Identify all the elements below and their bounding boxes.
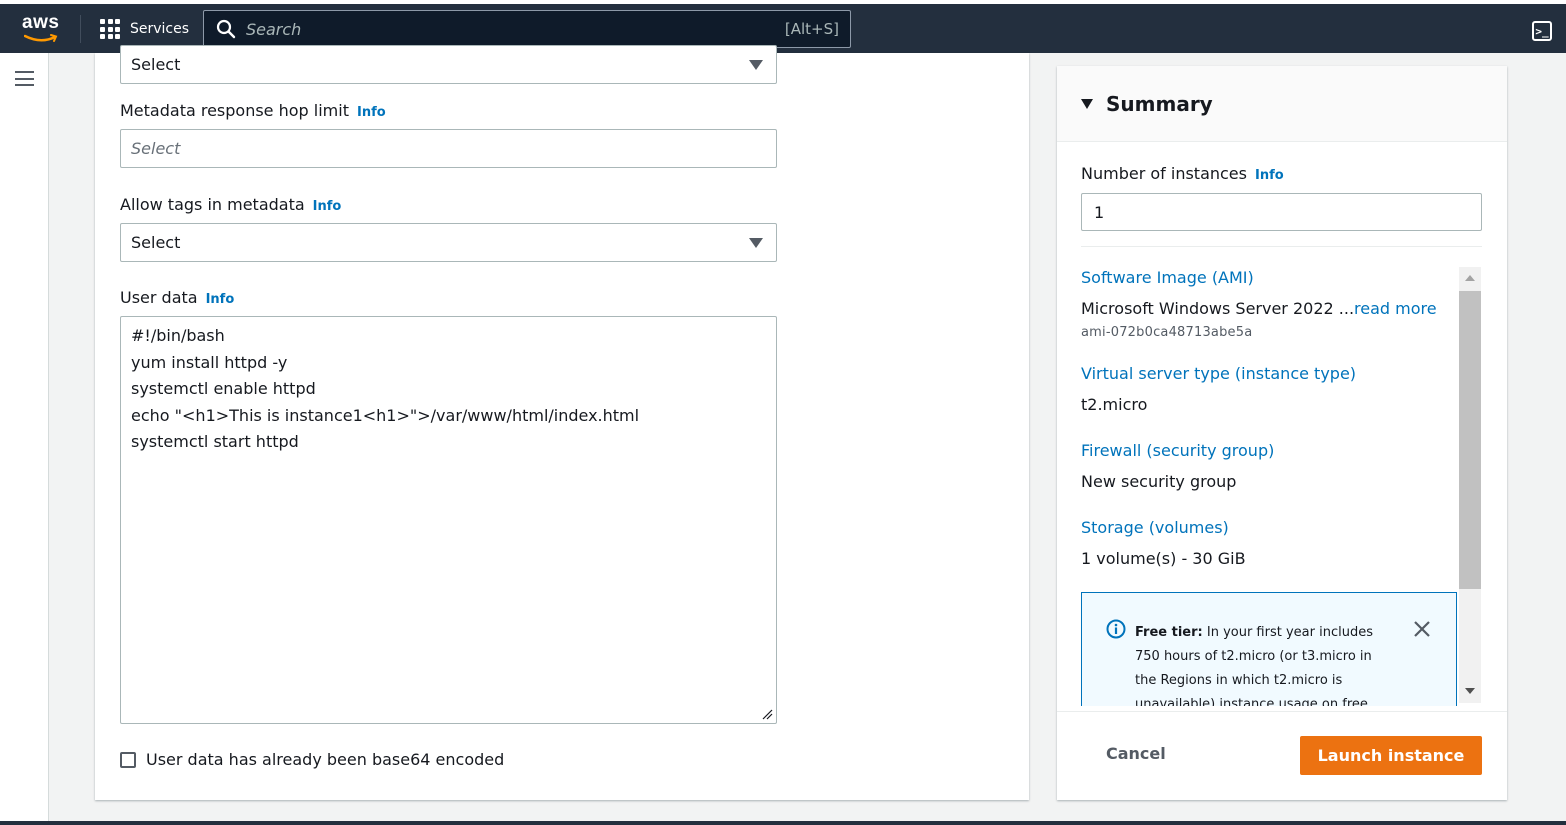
base64-encoded-label: User data has already been base64 encode…	[146, 750, 505, 769]
hop-limit-label-text: Metadata response hop limit	[120, 101, 349, 120]
free-tier-line: the Regions in which t2.micro is	[1135, 673, 1343, 688]
number-of-instances-label: Number of instances Info	[1081, 164, 1284, 183]
services-label: Services	[130, 21, 190, 37]
aws-logo[interactable]: aws	[20, 12, 62, 48]
search-placeholder: Search	[246, 19, 302, 39]
storage-value: 1 volume(s) - 30 GiB	[1081, 549, 1246, 568]
ami-name: Microsoft Windows Server 2022 ...	[1081, 299, 1355, 318]
summary-scroll-area[interactable]: Software Image (AMI) Microsoft Windows S…	[1081, 266, 1481, 706]
user-data-textarea[interactable]: #!/bin/bash yum install httpd -y systemc…	[120, 316, 777, 724]
metadata-select-dropdown[interactable]: Select	[120, 45, 777, 84]
cancel-button[interactable]: Cancel	[1106, 744, 1166, 763]
scroll-up-arrow-icon[interactable]	[1465, 275, 1475, 281]
search-shortcut-hint: [Alt+S]	[784, 20, 839, 38]
ami-value: Microsoft Windows Server 2022 ...read mo…	[1081, 299, 1437, 318]
number-of-instances-info-link[interactable]: Info	[1255, 168, 1284, 183]
user-data-line: echo "<h1>This is instance1<h1>">/var/ww…	[131, 405, 640, 425]
number-of-instances-label-text: Number of instances	[1081, 164, 1247, 183]
resize-handle-icon[interactable]	[761, 708, 773, 720]
user-data-line: #!/bin/bash	[131, 326, 225, 345]
user-data-line: systemctl start httpd	[131, 432, 299, 451]
free-tier-text: Free tier: In your first year includes 7…	[1135, 621, 1390, 706]
caret-down-icon	[749, 60, 763, 70]
advanced-details-panel: Select Metadata response hop limit Info S…	[95, 45, 1029, 800]
instance-type-value: t2.micro	[1081, 395, 1148, 414]
divider	[1057, 711, 1507, 712]
user-data-info-link[interactable]: Info	[206, 292, 235, 307]
bottom-bar	[0, 821, 1566, 825]
ami-id: ami-072b0ca48713abe5a	[1081, 325, 1253, 340]
aws-smile-icon	[24, 34, 58, 42]
search-input[interactable]: Search [Alt+S]	[203, 10, 851, 48]
side-navigation-rail	[0, 53, 49, 825]
grid-icon	[100, 19, 120, 39]
free-tier-alert: Free tier: In your first year includes 7…	[1081, 592, 1457, 706]
base64-encoded-checkbox-row[interactable]: User data has already been base64 encode…	[120, 750, 504, 769]
nav-divider	[80, 15, 81, 43]
firewall-link[interactable]: Firewall (security group)	[1081, 441, 1274, 460]
user-data-line: systemctl enable httpd	[131, 379, 316, 398]
base64-encoded-checkbox[interactable]	[120, 751, 136, 768]
services-menu-button[interactable]: Services	[100, 17, 189, 41]
free-tier-line: unavailable) instance usage on free tier	[1135, 697, 1368, 706]
caret-down-icon	[749, 238, 763, 248]
allow-tags-info-link[interactable]: Info	[313, 199, 342, 214]
free-tier-line: In your first year includes	[1206, 625, 1373, 640]
allow-tags-value: Select	[131, 233, 181, 252]
hop-limit-label: Metadata response hop limit Info	[120, 101, 386, 120]
aws-logo-text: aws	[22, 12, 60, 33]
launch-instance-button[interactable]: Launch instance	[1300, 736, 1482, 775]
instance-type-link[interactable]: Virtual server type (instance type)	[1081, 364, 1356, 383]
scroll-down-arrow-icon[interactable]	[1465, 688, 1475, 694]
summary-scrollbar[interactable]	[1459, 267, 1481, 703]
user-data-label: User data Info	[120, 288, 234, 307]
allow-tags-label: Allow tags in metadata Info	[120, 195, 341, 214]
summary-panel: Summary Number of instances Info 1 Softwa…	[1057, 66, 1507, 800]
hamburger-menu-icon[interactable]	[15, 71, 34, 86]
free-tier-line: 750 hours of t2.micro (or t3.micro in	[1135, 649, 1372, 664]
divider	[1081, 246, 1482, 247]
info-circle-icon	[1106, 619, 1126, 639]
user-data-label-text: User data	[120, 288, 198, 307]
allow-tags-label-text: Allow tags in metadata	[120, 195, 305, 214]
hop-limit-info-link[interactable]: Info	[357, 105, 386, 120]
number-of-instances-value: 1	[1094, 202, 1105, 222]
search-icon	[216, 19, 236, 39]
user-data-line: yum install httpd -y	[131, 352, 288, 372]
storage-link[interactable]: Storage (volumes)	[1081, 518, 1229, 537]
allow-tags-select[interactable]: Select	[120, 223, 777, 262]
free-tier-bold: Free tier:	[1135, 625, 1203, 640]
hop-limit-placeholder: Select	[131, 139, 181, 158]
cloudshell-icon[interactable]: >_	[1532, 21, 1552, 41]
hop-limit-input[interactable]: Select	[120, 129, 777, 168]
close-icon[interactable]	[1412, 619, 1432, 639]
number-of-instances-input[interactable]: 1	[1081, 193, 1482, 231]
collapse-triangle-icon[interactable]	[1081, 98, 1093, 109]
summary-title: Summary	[1106, 91, 1213, 116]
summary-header[interactable]: Summary	[1057, 66, 1507, 142]
read-more-link[interactable]: read more	[1354, 299, 1437, 318]
ami-link[interactable]: Software Image (AMI)	[1081, 268, 1254, 287]
scrollbar-thumb[interactable]	[1459, 291, 1481, 589]
select-value: Select	[131, 55, 181, 74]
firewall-value: New security group	[1081, 472, 1237, 491]
